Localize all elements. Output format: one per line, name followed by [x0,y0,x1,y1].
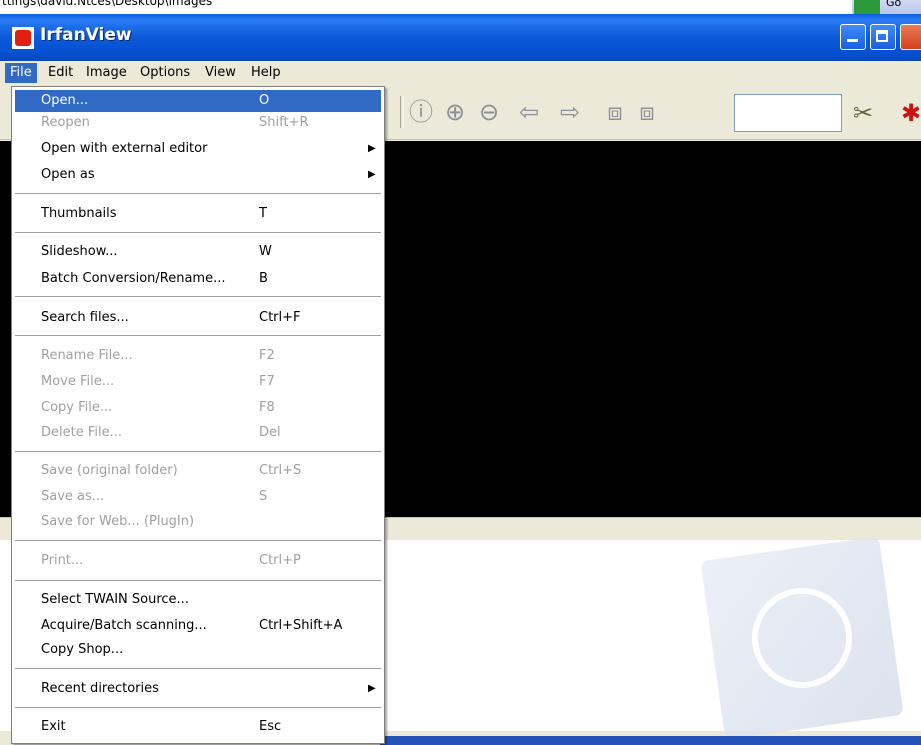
menu-separator [15,335,381,337]
menu-separator [15,296,381,298]
menu-item-search-files[interactable]: Search files... Ctrl+F [15,307,381,329]
menu-separator [15,451,381,453]
maximize-button[interactable] [870,24,896,50]
menu-separator [15,580,381,582]
menu-item-select-twain-source[interactable]: Select TWAIN Source... [15,589,381,611]
background-address-text: ttings\david.Ntces\Desktop\images [2,0,213,8]
file-dropdown-menu: Open... O Reopen Shift+R Open with exter… [11,86,385,744]
page-up-icon[interactable]: ⧈ [602,99,628,125]
background-go-button[interactable]: Go [852,0,921,14]
background-page-strip: ttings\david.Ntces\Desktop\images Go [0,0,921,14]
watermark-logo-icon [700,536,904,740]
menu-item-slideshow[interactable]: Slideshow... W [15,241,381,263]
menu-image[interactable]: Image [81,63,132,83]
menu-item-copy-file[interactable]: Copy File... F8 [15,397,381,419]
menu-separator [15,540,381,542]
irfanview-app-icon [12,27,34,49]
menu-item-recent-directories[interactable]: Recent directories ▶ [15,678,381,700]
zoom-input[interactable] [734,94,842,132]
menu-item-print[interactable]: Print... Ctrl+P [15,550,381,572]
menu-item-open-as[interactable]: Open as ▶ [15,164,381,186]
next-arrow-icon[interactable]: ⇨ [557,99,583,125]
menu-item-rename-file[interactable]: Rename File... F2 [15,345,381,367]
zoom-in-icon[interactable]: ⊕ [442,99,468,125]
info-icon[interactable]: ⓘ [408,99,434,125]
menu-item-reopen[interactable]: Reopen Shift+R [15,112,381,134]
menu-item-move-file[interactable]: Move File... F7 [15,371,381,393]
menu-item-exit[interactable]: Exit Esc [15,716,381,738]
toolbar-separator [400,96,404,128]
page-down-icon[interactable]: ⧈ [634,99,660,125]
menu-item-save-for-web[interactable]: Save for Web... (PlugIn) [15,511,381,533]
submenu-arrow-icon: ▶ [368,143,376,154]
menu-view[interactable]: View [200,63,241,83]
minimize-icon [847,39,858,42]
menu-item-delete-file[interactable]: Delete File... Del [15,422,381,444]
submenu-arrow-icon: ▶ [368,683,376,694]
menu-item-open-with-external-editor[interactable]: Open with external editor ▶ [15,138,381,160]
menu-bar: File Edit Image Options View Help [0,61,921,85]
menu-item-thumbnails[interactable]: Thumbnails T [15,203,381,225]
menu-item-save-original-folder[interactable]: Save (original folder) Ctrl+S [15,460,381,482]
minimize-button[interactable] [840,24,866,50]
menu-item-acquire-batch-scanning[interactable]: Acquire/Batch scanning... Ctrl+Shift+A [15,615,381,637]
menu-item-batch-conversion[interactable]: Batch Conversion/Rename... B [15,268,381,290]
close-button[interactable] [900,24,921,50]
bug-icon[interactable]: ✱ [901,99,921,127]
maximize-icon [876,30,888,42]
menu-item-save-as[interactable]: Save as... S [15,486,381,508]
menu-options[interactable]: Options [135,63,195,83]
taskbar-strip [380,736,921,745]
menu-separator [15,232,381,234]
menu-file[interactable]: File [5,63,37,83]
menu-separator [15,707,381,709]
submenu-arrow-icon: ▶ [368,169,376,180]
zoom-out-icon[interactable]: ⊖ [476,99,502,125]
go-arrow-icon [854,0,880,14]
menu-separator [15,193,381,195]
menu-item-copy-shop[interactable]: Copy Shop... [15,639,381,661]
menu-edit[interactable]: Edit [43,63,78,83]
tools-icon[interactable]: ✂ [853,99,873,127]
previous-arrow-icon[interactable]: ⇦ [516,99,542,125]
go-label: Go [886,0,902,9]
menu-help[interactable]: Help [246,63,286,83]
window-title: IrfanView [40,25,132,45]
title-bar[interactable]: IrfanView [0,14,921,61]
menu-item-open[interactable]: Open... O [15,90,381,112]
menu-separator [15,668,381,670]
